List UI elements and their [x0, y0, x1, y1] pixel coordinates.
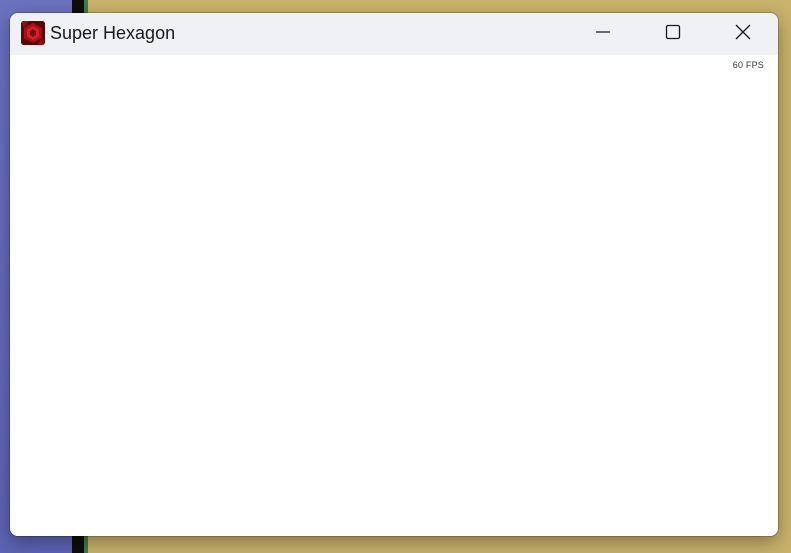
- fps-counter: 60 FPS: [732, 60, 764, 70]
- game-canvas[interactable]: 60 FPS: [10, 55, 778, 536]
- close-icon: [735, 24, 751, 45]
- window-title: Super Hexagon: [50, 23, 176, 43]
- minimize-button[interactable]: [568, 13, 638, 55]
- minimize-icon: [595, 24, 611, 45]
- app-window: Super Hexagon 60 FPS: [10, 13, 778, 536]
- close-button[interactable]: [708, 13, 778, 55]
- maximize-icon: [665, 24, 681, 45]
- super-hexagon-app-icon[interactable]: [21, 21, 45, 45]
- title-bar[interactable]: Super Hexagon: [10, 13, 778, 55]
- maximize-button[interactable]: [638, 13, 708, 55]
